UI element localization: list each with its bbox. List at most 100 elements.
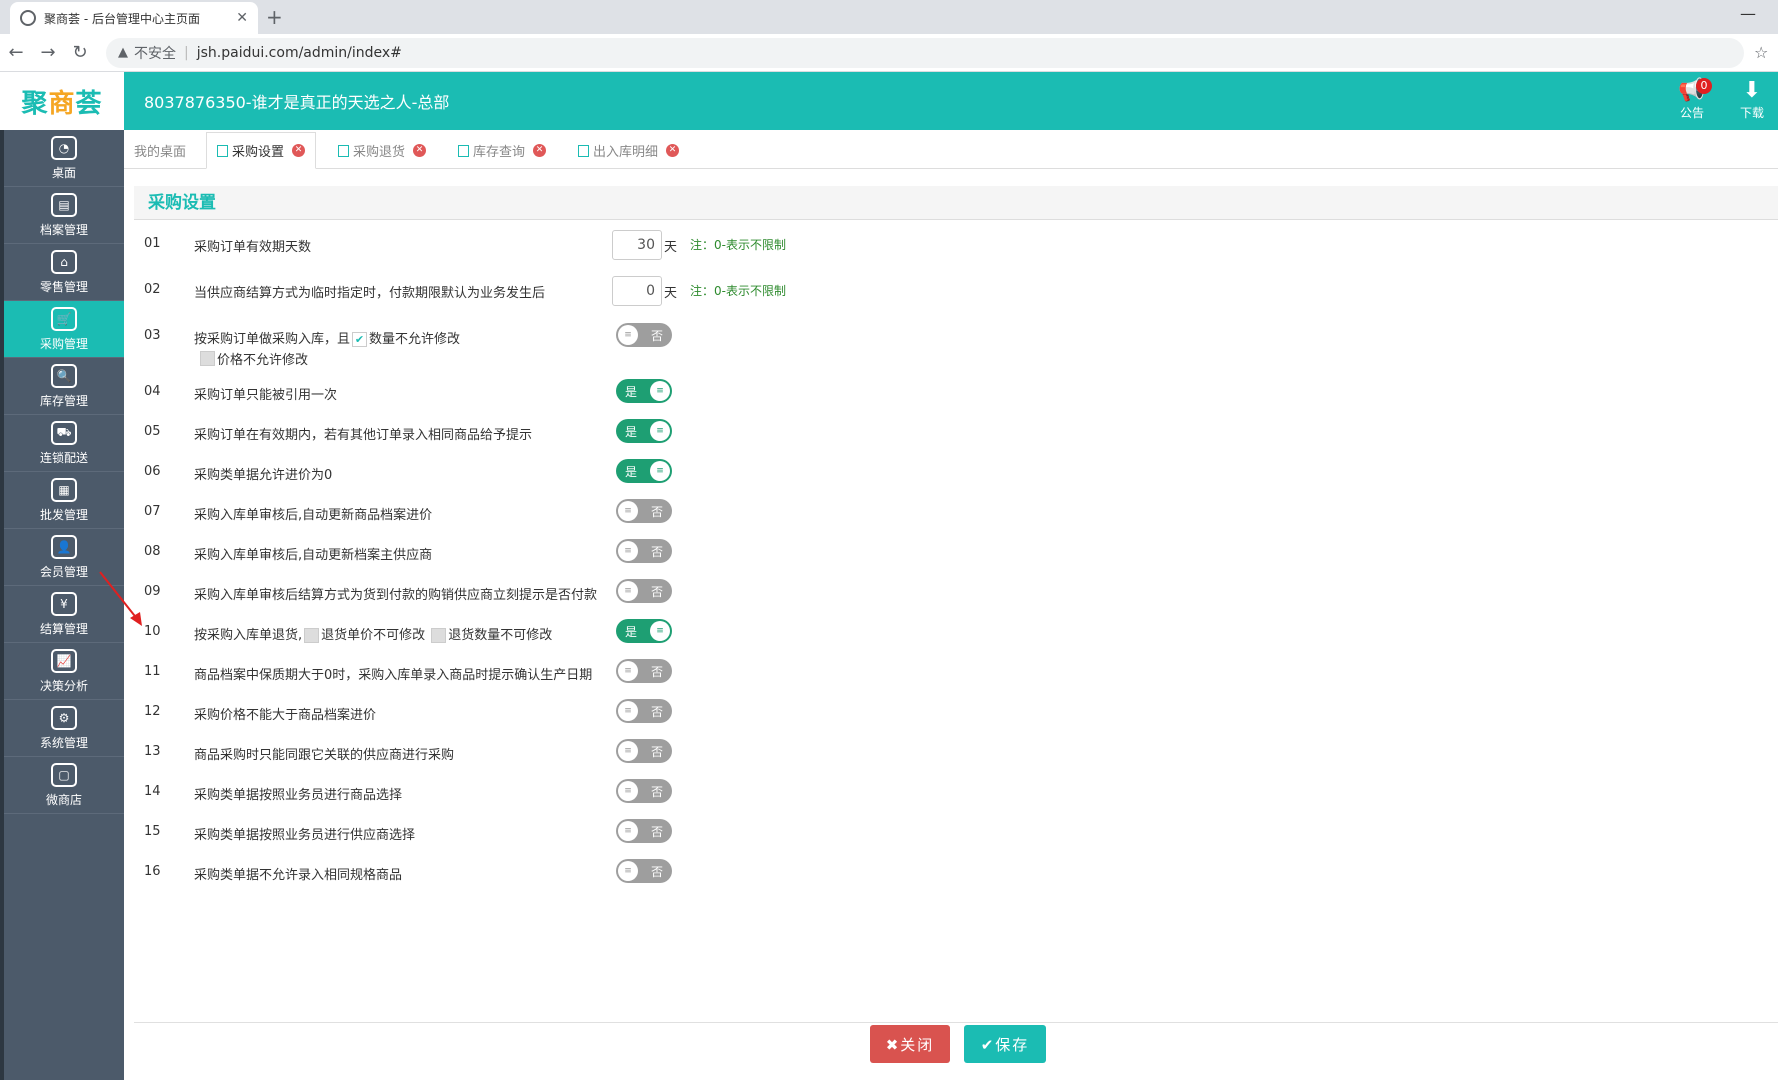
close-tab-icon[interactable]: ✕ — [666, 144, 680, 157]
checkbox[interactable] — [200, 351, 215, 366]
row-number: 12 — [144, 704, 161, 719]
logo[interactable]: 聚商荟 — [0, 72, 124, 130]
close-tab-icon[interactable]: ✕ — [292, 144, 306, 157]
toggle-knob-icon: ≡ — [618, 861, 638, 881]
setting-label: 采购类单据按照业务员进行供应商选择 — [194, 824, 415, 843]
sidebar-item-1[interactable]: ▤ 档案管理 — [4, 187, 124, 244]
footer-divider — [134, 1022, 1778, 1023]
sidebar-item-5[interactable]: ⛟ 连锁配送 — [4, 415, 124, 472]
unit-label: 天 — [664, 286, 678, 301]
sidebar-item-4[interactable]: 🔍 库存管理 — [4, 358, 124, 415]
back-icon[interactable]: ← — [0, 42, 32, 63]
reload-icon[interactable]: ↻ — [64, 42, 96, 63]
checkbox[interactable]: ✔ — [352, 332, 368, 347]
sidebar-item-10[interactable]: ⚙ 系统管理 — [4, 700, 124, 757]
close-tab-icon[interactable]: ✕ — [413, 144, 427, 157]
notice-button[interactable]: 📢 公告 0 — [1670, 78, 1714, 121]
url-text: jsh.paidui.com/admin/index# — [196, 44, 402, 61]
setting-label-text: 采购入库单审核后结算方式为货到付款的购销供应商立刻提示是否付款 — [194, 588, 598, 603]
tab-inout-detail[interactable]: 出入库明细 ✕ — [568, 132, 689, 169]
bookmark-star-icon[interactable]: ☆ — [1754, 43, 1778, 62]
close-button[interactable]: ✖关闭 — [870, 1025, 950, 1063]
minimize-button[interactable]: — — [1740, 4, 1756, 23]
download-button[interactable]: ⬇ 下载 — [1730, 78, 1774, 121]
setting-row: 03 按采购订单做采购入库，且 ✔ 数量不允许修改 价格不允许修改否 ≡ — [134, 323, 1334, 368]
setting-row: 06 采购类单据允许进价为0 是 ≡ — [134, 459, 1334, 494]
tab-purchase-settings[interactable]: 采购设置 ✕ — [206, 132, 317, 169]
toggle-switch[interactable]: 是 ≡ — [616, 459, 672, 483]
row-number: 08 — [144, 544, 161, 559]
save-button[interactable]: ✔保存 — [964, 1025, 1046, 1063]
toggle-label: 否 — [650, 705, 663, 719]
checkbox[interactable] — [431, 628, 447, 643]
url-field[interactable]: ▲ 不安全 | jsh.paidui.com/admin/index# — [106, 37, 1744, 68]
row-number: 14 — [144, 784, 161, 799]
sidebar-item-9[interactable]: 📈 决策分析 — [4, 643, 124, 700]
toggle-switch[interactable]: 否 ≡ — [616, 579, 672, 603]
row-number: 03 — [144, 328, 161, 343]
cart-icon: 🛒 — [51, 306, 77, 331]
truck-icon: ⛟ — [51, 420, 77, 445]
setting-label-text: 按采购订单做采购入库，且 — [194, 332, 351, 347]
logo-char-2: 商 — [48, 88, 76, 119]
row-number: 05 — [144, 424, 161, 439]
toggle-knob-icon: ≡ — [618, 741, 638, 761]
setting-label-text: 采购类单据按照业务员进行商品选择 — [194, 788, 403, 803]
tab-my-desktop[interactable]: 我的桌面 — [124, 132, 196, 169]
toggle-switch[interactable]: 否 ≡ — [616, 699, 672, 723]
store-icon: ⌂ — [51, 249, 77, 274]
sidebar-item-label: 库存管理 — [39, 393, 88, 408]
address-bar: ← → ↻ ▲ 不安全 | jsh.paidui.com/admin/index… — [0, 34, 1778, 72]
sidebar-item-label: 决策分析 — [39, 678, 88, 693]
row-number: 07 — [144, 504, 161, 519]
checkbox-label: 数量不允许修改 — [369, 332, 461, 347]
sidebar-item-3[interactable]: 🛒 采购管理 — [4, 301, 124, 358]
toggle-switch[interactable]: 否 ≡ — [616, 819, 672, 843]
sidebar-item-6[interactable]: ▦ 批发管理 — [4, 472, 124, 529]
setting-label: 商品档案中保质期大于0时，采购入库单录入商品时提示确认生产日期 — [194, 664, 592, 683]
tab-purchase-return[interactable]: 采购退货 ✕ — [328, 132, 436, 169]
tab-stock-query[interactable]: 库存查询 ✕ — [448, 132, 556, 169]
sidebar-item-11[interactable]: ▢ 微商店 — [4, 757, 124, 814]
note-text: 注：0-表示不限制 — [690, 238, 786, 252]
toggle-label: 否 — [650, 329, 663, 343]
setting-row: 08 采购入库单审核后,自动更新档案主供应商否 ≡ — [134, 539, 1334, 574]
days-input[interactable]: 30 — [612, 230, 662, 260]
member-icon: 👤 — [51, 534, 77, 559]
checkbox[interactable] — [304, 628, 320, 643]
toggle-switch[interactable]: 是 ≡ — [616, 619, 672, 643]
toggle-switch[interactable]: 否 ≡ — [616, 779, 672, 803]
toggle-knob-icon: ≡ — [650, 381, 670, 401]
checkbox-label: 退货单价不可修改 — [321, 628, 426, 643]
archive-icon: ▤ — [51, 192, 77, 217]
sidebar-item-label: 结算管理 — [39, 621, 88, 636]
sidebar-item-2[interactable]: ⌂ 零售管理 — [4, 244, 124, 301]
browser-tab[interactable]: 聚商荟 - 后台管理中心主页面 ✕ — [10, 2, 258, 34]
setting-label: 当供应商结算方式为临时指定时，付款期限默认为业务发生后 — [194, 282, 545, 301]
toggle-switch[interactable]: 否 ≡ — [616, 659, 672, 683]
row-number: 15 — [144, 824, 161, 839]
notice-label: 公告 — [1679, 106, 1704, 120]
shop-bag-icon: ▢ — [51, 762, 77, 787]
setting-label: 按采购入库单退货, 退货单价不可修改 退货数量不可修改 — [194, 624, 552, 643]
tab-label: 库存查询 — [473, 145, 526, 160]
toggle-switch[interactable]: 否 ≡ — [616, 539, 672, 563]
close-tab-icon[interactable]: ✕ — [533, 144, 547, 157]
new-tab-button[interactable]: + — [266, 5, 283, 29]
toggle-switch[interactable]: 否 ≡ — [616, 739, 672, 763]
setting-label-text: 采购订单只能被引用一次 — [194, 388, 338, 403]
setting-row: 05 采购订单在有效期内，若有其他订单录入相同商品给予提示是 ≡ — [134, 419, 1334, 454]
toggle-switch[interactable]: 是 ≡ — [616, 379, 672, 403]
forward-icon[interactable]: → — [32, 42, 64, 63]
toggle-switch[interactable]: 是 ≡ — [616, 419, 672, 443]
close-tab-icon[interactable]: ✕ — [236, 10, 248, 26]
app-header: 聚商荟 8037876350-谁才是真正的天选之人-总部 📢 公告 0 ⬇ 下载 — [0, 72, 1778, 130]
days-input[interactable]: 0 — [612, 276, 662, 306]
page-tabs: 我的桌面 采购设置 ✕ 采购退货 ✕ 库存查询 ✕ 出入库明细 ✕ — [124, 130, 1778, 169]
toggle-switch[interactable]: 否 ≡ — [616, 859, 672, 883]
toggle-switch[interactable]: 否 ≡ — [616, 323, 672, 347]
dashboard-icon: ◔ — [51, 135, 77, 160]
sidebar-item-0[interactable]: ◔ 桌面 — [4, 130, 124, 187]
toggle-switch[interactable]: 否 ≡ — [616, 499, 672, 523]
toggle-label: 是 — [625, 625, 638, 639]
